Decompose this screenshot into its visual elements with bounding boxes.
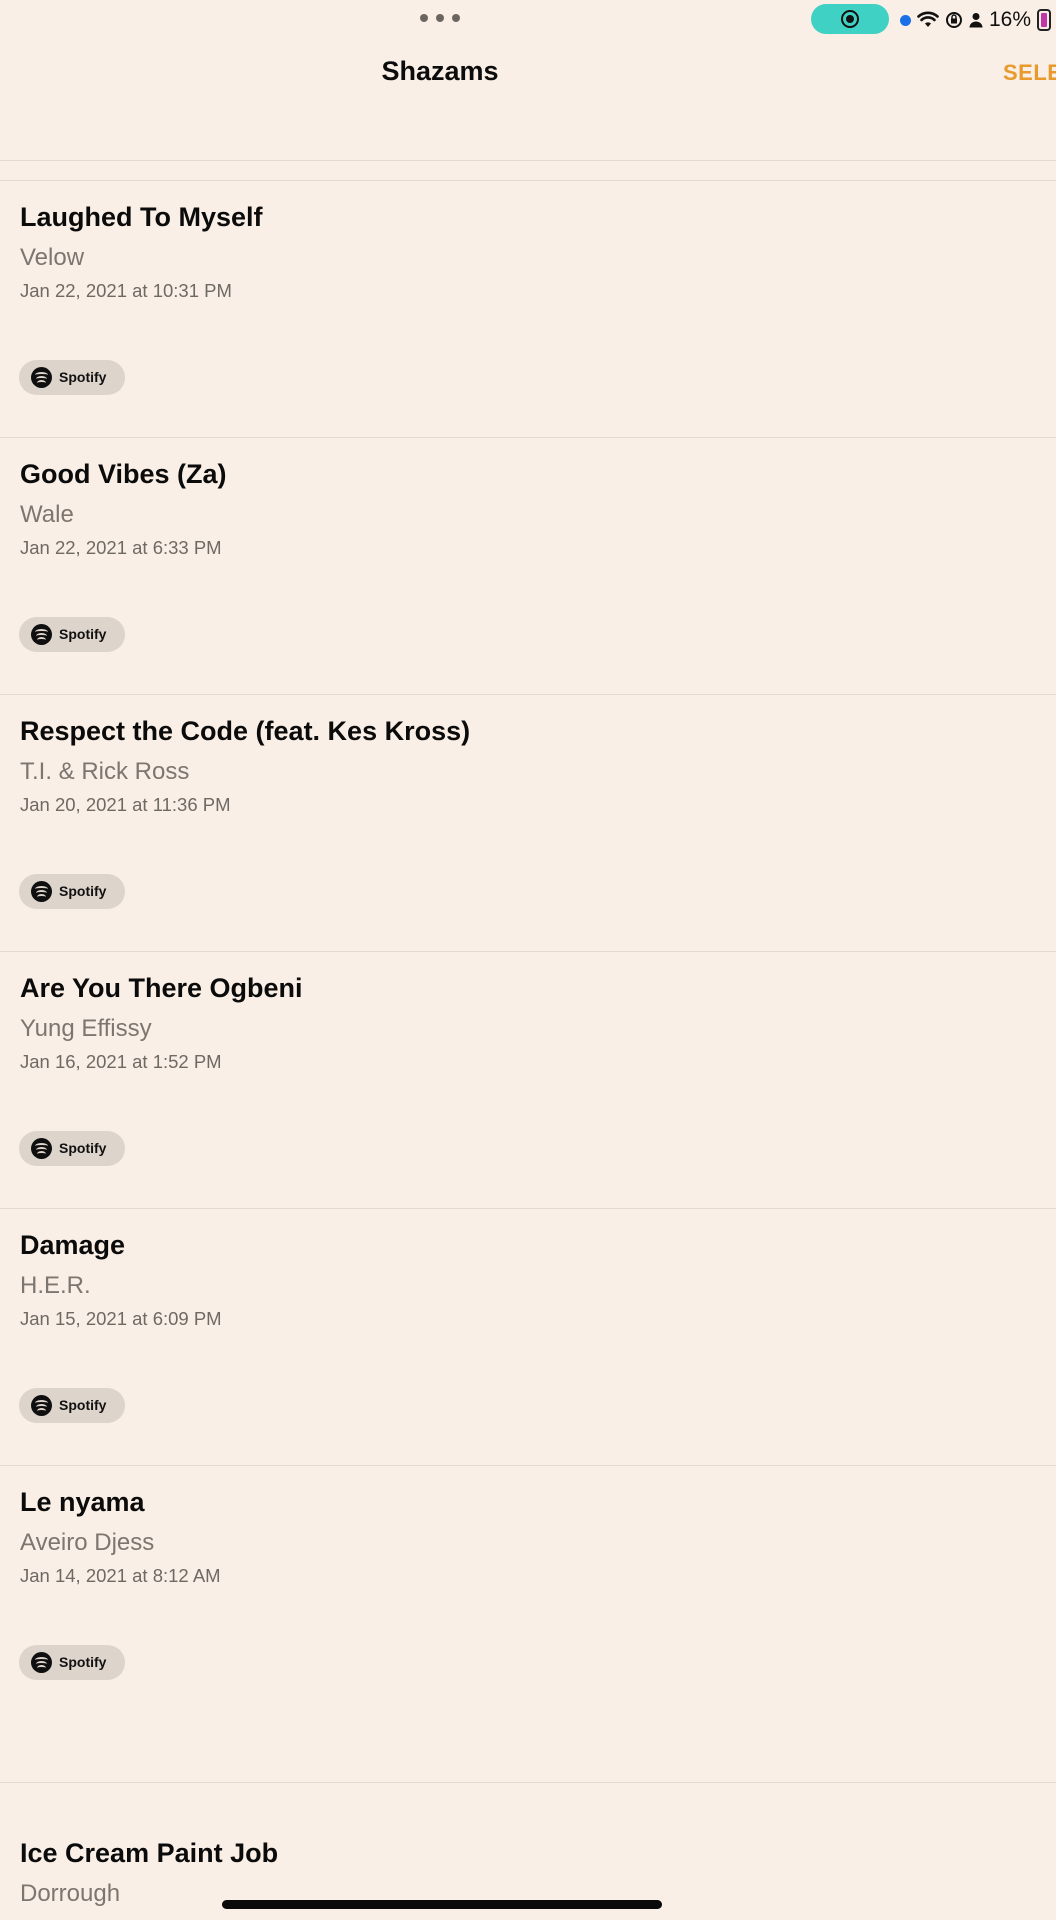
spotify-label: Spotify bbox=[59, 1654, 107, 1670]
shazam-list-item[interactable]: Good Vibes (Za) Wale Jan 22, 2021 at 6:3… bbox=[0, 437, 1056, 694]
spotify-button[interactable]: Spotify bbox=[19, 1131, 125, 1166]
spotify-label: Spotify bbox=[59, 369, 107, 385]
shazam-date: Jan 15, 2021 at 6:09 PM bbox=[20, 1308, 222, 1329]
song-title: Laughed To Myself bbox=[20, 202, 263, 232]
spotify-button[interactable]: Spotify bbox=[19, 617, 125, 652]
wifi-icon bbox=[917, 11, 939, 27]
song-artist: H.E.R. bbox=[20, 1272, 91, 1299]
rotation-lock-icon bbox=[946, 12, 962, 28]
shazam-date: Jan 16, 2021 at 1:52 PM bbox=[20, 1051, 222, 1072]
divider bbox=[0, 160, 1056, 161]
spotify-icon bbox=[31, 1395, 52, 1416]
shazam-list-item[interactable]: Laughed To Myself Velow Jan 22, 2021 at … bbox=[0, 180, 1056, 437]
song-artist: T.I. & Rick Ross bbox=[20, 758, 190, 785]
spotify-label: Spotify bbox=[59, 1397, 107, 1413]
spotify-button[interactable]: Spotify bbox=[19, 1388, 125, 1423]
spotify-icon bbox=[31, 881, 52, 902]
shazam-date: Jan 22, 2021 at 6:33 PM bbox=[20, 537, 222, 558]
song-title: Good Vibes (Za) bbox=[20, 459, 227, 489]
status-bar: 16% bbox=[0, 0, 1056, 40]
spotify-label: Spotify bbox=[59, 1140, 107, 1156]
song-title: Le nyama bbox=[20, 1487, 145, 1517]
shazam-date: Jan 14, 2021 at 8:12 AM bbox=[20, 1565, 221, 1586]
person-icon bbox=[969, 13, 983, 28]
shazam-list-item[interactable]: Le nyama Aveiro Djess Jan 14, 2021 at 8:… bbox=[0, 1465, 1056, 1722]
spotify-label: Spotify bbox=[59, 626, 107, 642]
spotify-icon bbox=[31, 624, 52, 645]
song-artist: Wale bbox=[20, 501, 74, 528]
battery-percent: 16% bbox=[989, 8, 1032, 31]
shazam-date: Jan 20, 2021 at 11:36 PM bbox=[20, 794, 231, 815]
song-title: Ice Cream Paint Job bbox=[20, 1838, 279, 1868]
home-indicator[interactable] bbox=[222, 1900, 662, 1909]
status-icons: 16% bbox=[900, 6, 1052, 34]
spotify-button[interactable]: Spotify bbox=[19, 874, 125, 909]
song-artist: Dorrough bbox=[20, 1880, 121, 1907]
multitasking-dots-icon[interactable] bbox=[420, 13, 460, 23]
battery-icon bbox=[1037, 9, 1052, 31]
song-artist: Aveiro Djess bbox=[20, 1529, 155, 1556]
spotify-icon bbox=[31, 1138, 52, 1159]
song-title: Respect the Code (feat. Kes Kross) bbox=[20, 716, 471, 746]
shazam-app: 16% Shazams SELE Laughed To Myself Velow… bbox=[0, 0, 1056, 1920]
spotify-icon bbox=[31, 1652, 52, 1673]
shazam-list-item[interactable]: Are You There Ogbeni Yung Effissy Jan 16… bbox=[0, 951, 1056, 1208]
spotify-icon bbox=[31, 367, 52, 388]
spotify-button[interactable]: Spotify bbox=[19, 1645, 125, 1680]
song-title: Are You There Ogbeni bbox=[20, 973, 303, 1003]
shazam-date: Jan 22, 2021 at 10:31 PM bbox=[20, 280, 232, 301]
location-dot-icon bbox=[900, 14, 911, 26]
shazam-list-item[interactable]: Respect the Code (feat. Kes Kross) T.I. … bbox=[0, 694, 1056, 951]
record-icon bbox=[841, 10, 859, 28]
select-button[interactable]: SELE bbox=[1003, 60, 1056, 86]
spotify-label: Spotify bbox=[59, 883, 107, 899]
song-artist: Velow bbox=[20, 244, 85, 271]
spotify-button[interactable]: Spotify bbox=[19, 360, 125, 395]
screen-recording-indicator[interactable] bbox=[811, 4, 889, 34]
song-title: Damage bbox=[20, 1230, 126, 1260]
page-title: Shazams bbox=[381, 56, 499, 86]
divider bbox=[0, 1782, 1056, 1783]
song-artist: Yung Effissy bbox=[20, 1015, 152, 1042]
shazam-list-item[interactable]: Damage H.E.R. Jan 15, 2021 at 6:09 PM Sp… bbox=[0, 1208, 1056, 1465]
